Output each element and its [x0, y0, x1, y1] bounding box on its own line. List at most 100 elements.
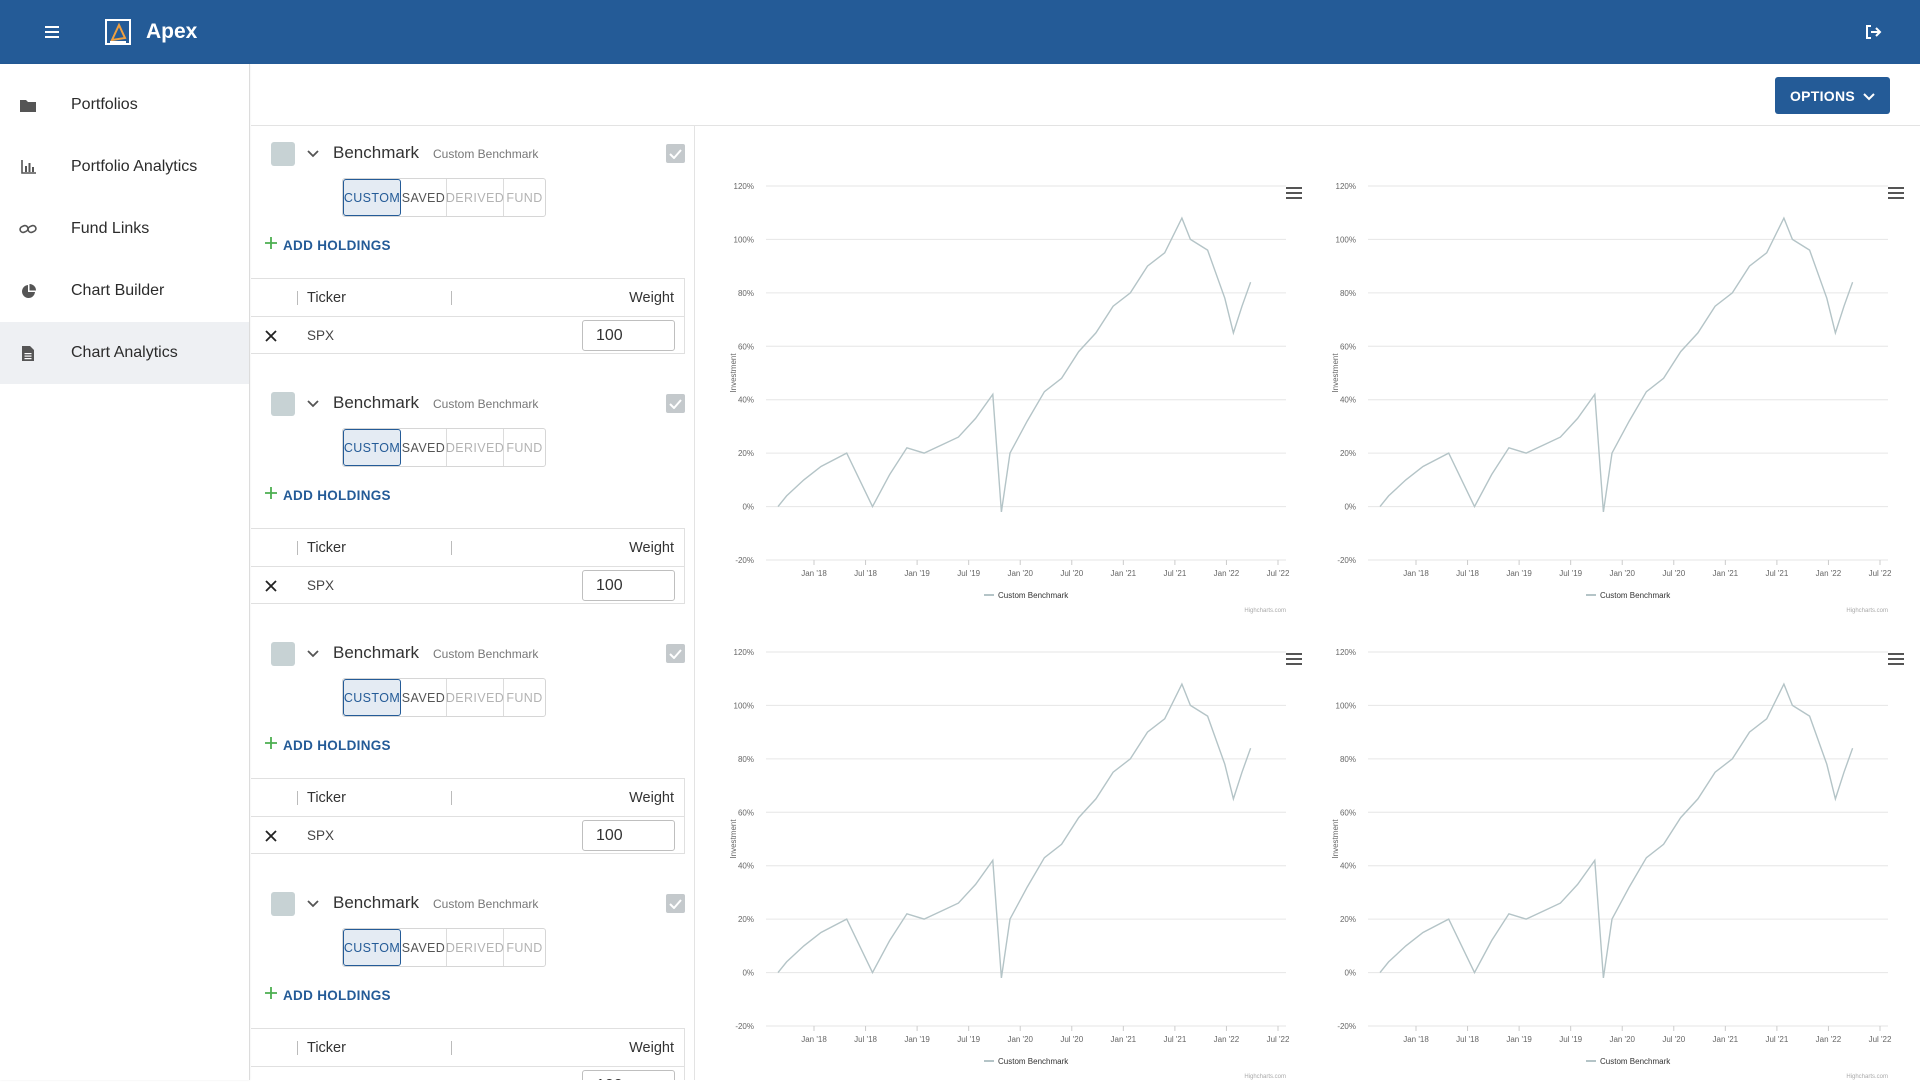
options-bar: OPTIONS: [251, 64, 1920, 126]
tab-derived[interactable]: DERIVED: [446, 179, 504, 216]
y-tick-label: -20%: [1337, 1022, 1356, 1031]
plus-icon: [264, 986, 278, 1005]
plus-icon: [264, 236, 278, 255]
x-tick-label: Jul '22: [1869, 569, 1892, 578]
holdings-table-header: Ticker Weight: [251, 529, 684, 567]
y-tick-label: 60%: [738, 342, 754, 351]
chart-svg: -20% 0% 20% 40% 60% 80% 100% 120% Investment Jan …: [729, 182, 1290, 614]
options-button[interactable]: OPTIONS: [1775, 77, 1890, 114]
benchmark-checkbox[interactable]: [666, 144, 685, 163]
sidebar-item-label: Portfolios: [71, 96, 138, 113]
sidebar-item-fund-links[interactable]: Fund Links: [0, 198, 249, 260]
x-tick-label: Jul '18: [854, 1035, 877, 1044]
benchmark-title: Benchmark: [333, 143, 419, 162]
chevron-down-icon[interactable]: [303, 644, 323, 664]
benchmark-checkbox[interactable]: [666, 644, 685, 663]
benchmark-header: Benchmark Custom Benchmark: [261, 140, 685, 168]
y-tick-label: 120%: [1336, 648, 1356, 657]
weight-input[interactable]: [582, 570, 675, 601]
y-tick-label: 40%: [738, 862, 754, 871]
benchmark-checkbox[interactable]: [666, 394, 685, 413]
column-header-weight[interactable]: Weight: [629, 290, 674, 306]
tab-saved[interactable]: SAVED: [401, 179, 447, 216]
column-header-ticker[interactable]: Ticker: [307, 790, 346, 806]
y-tick-label: 60%: [1340, 808, 1356, 817]
tab-fund[interactable]: FUND: [504, 929, 545, 966]
add-holdings-button[interactable]: ADD HOLDINGS: [264, 986, 391, 1005]
x-tick-label: Jan '20: [1609, 569, 1635, 578]
column-header-weight[interactable]: Weight: [629, 790, 674, 806]
tab-saved[interactable]: SAVED: [401, 929, 447, 966]
sidebar-item-chart-analytics[interactable]: Chart Analytics: [0, 322, 249, 384]
column-header-ticker[interactable]: Ticker: [307, 1040, 346, 1056]
chart-svg: -20% 0% 20% 40% 60% 80% 100% 120% Investment Jan …: [729, 648, 1290, 1080]
tab-saved[interactable]: SAVED: [401, 429, 447, 466]
delete-holding-icon[interactable]: [261, 826, 281, 846]
tab-fund[interactable]: FUND: [504, 179, 545, 216]
tab-custom[interactable]: CUSTOM: [343, 929, 401, 966]
delete-holding-icon[interactable]: [261, 1076, 281, 1080]
tab-custom[interactable]: CUSTOM: [343, 179, 401, 216]
sidebar-item-portfolio-analytics[interactable]: Portfolio Analytics: [0, 136, 249, 198]
tab-saved[interactable]: SAVED: [401, 679, 447, 716]
y-tick-label: 0%: [742, 503, 754, 512]
plus-icon: [264, 736, 278, 755]
top-bar: Apex: [0, 0, 1920, 64]
series-color-swatch[interactable]: [271, 892, 295, 916]
benchmark-subtitle: Custom Benchmark: [433, 147, 539, 161]
y-tick-label: 20%: [1340, 915, 1356, 924]
x-tick-label: Jan '21: [1111, 569, 1137, 578]
delete-holding-icon[interactable]: [261, 576, 281, 596]
benchmark-subtitle: Custom Benchmark: [433, 397, 539, 411]
benchmark-card: Benchmark Custom Benchmark CUSTOM SAVED DE…: [251, 376, 694, 626]
column-header-ticker[interactable]: Ticker: [307, 540, 346, 556]
add-holdings-button[interactable]: ADD HOLDINGS: [264, 736, 391, 755]
sidebar-item-chart-builder[interactable]: Chart Builder: [0, 260, 249, 322]
y-axis-label: Investment: [1331, 353, 1340, 393]
tab-fund[interactable]: FUND: [504, 429, 545, 466]
x-tick-label: Jul '22: [1869, 1035, 1892, 1044]
weight-input[interactable]: [582, 1070, 675, 1080]
line-chart: -20% 0% 20% 40% 60% 80% 100% 120% Investment Jan …: [714, 616, 1314, 1082]
benchmark-checkbox[interactable]: [666, 894, 685, 913]
chart-menu-icon[interactable]: [1888, 187, 1904, 201]
chevron-down-icon[interactable]: [303, 144, 323, 164]
x-tick-label: Jan '19: [1506, 569, 1532, 578]
y-tick-label: 120%: [734, 648, 754, 657]
x-tick-label: Jan '18: [1403, 569, 1429, 578]
add-holdings-button[interactable]: ADD HOLDINGS: [264, 486, 391, 505]
x-tick-label: Jul '19: [957, 1035, 980, 1044]
tab-derived[interactable]: DERIVED: [446, 929, 504, 966]
hamburger-icon[interactable]: [26, 5, 80, 59]
series-color-swatch[interactable]: [271, 642, 295, 666]
legend-item: Custom Benchmark: [998, 591, 1069, 600]
tab-custom[interactable]: CUSTOM: [343, 679, 401, 716]
tab-derived[interactable]: DERIVED: [446, 429, 504, 466]
logout-icon[interactable]: [1858, 17, 1888, 47]
delete-holding-icon[interactable]: [261, 326, 281, 346]
sidebar-item-portfolios[interactable]: Portfolios: [0, 74, 249, 136]
chart-credits: Highcharts.com: [1846, 608, 1888, 614]
chart-menu-icon[interactable]: [1888, 653, 1904, 667]
tab-fund[interactable]: FUND: [504, 679, 545, 716]
weight-input[interactable]: [582, 820, 675, 851]
chevron-down-icon[interactable]: [303, 894, 323, 914]
column-header-weight[interactable]: Weight: [629, 1040, 674, 1056]
add-holdings-button[interactable]: ADD HOLDINGS: [264, 236, 391, 255]
x-tick-label: Jan '21: [1713, 1035, 1739, 1044]
x-tick-label: Jul '21: [1163, 569, 1186, 578]
chevron-down-icon[interactable]: [303, 394, 323, 414]
tab-derived[interactable]: DERIVED: [446, 679, 504, 716]
y-tick-label: 100%: [734, 701, 754, 710]
series-color-swatch[interactable]: [271, 142, 295, 166]
column-header-ticker[interactable]: Ticker: [307, 290, 346, 306]
chart-menu-icon[interactable]: [1286, 653, 1302, 667]
y-tick-label: 40%: [1340, 862, 1356, 871]
benchmark-subtitle: Custom Benchmark: [433, 647, 539, 661]
tab-custom[interactable]: CUSTOM: [343, 429, 401, 466]
chart-menu-icon[interactable]: [1286, 187, 1302, 201]
holdings-table: Ticker Weight SPX: [251, 1028, 685, 1080]
weight-input[interactable]: [582, 320, 675, 351]
column-header-weight[interactable]: Weight: [629, 540, 674, 556]
series-color-swatch[interactable]: [271, 392, 295, 416]
